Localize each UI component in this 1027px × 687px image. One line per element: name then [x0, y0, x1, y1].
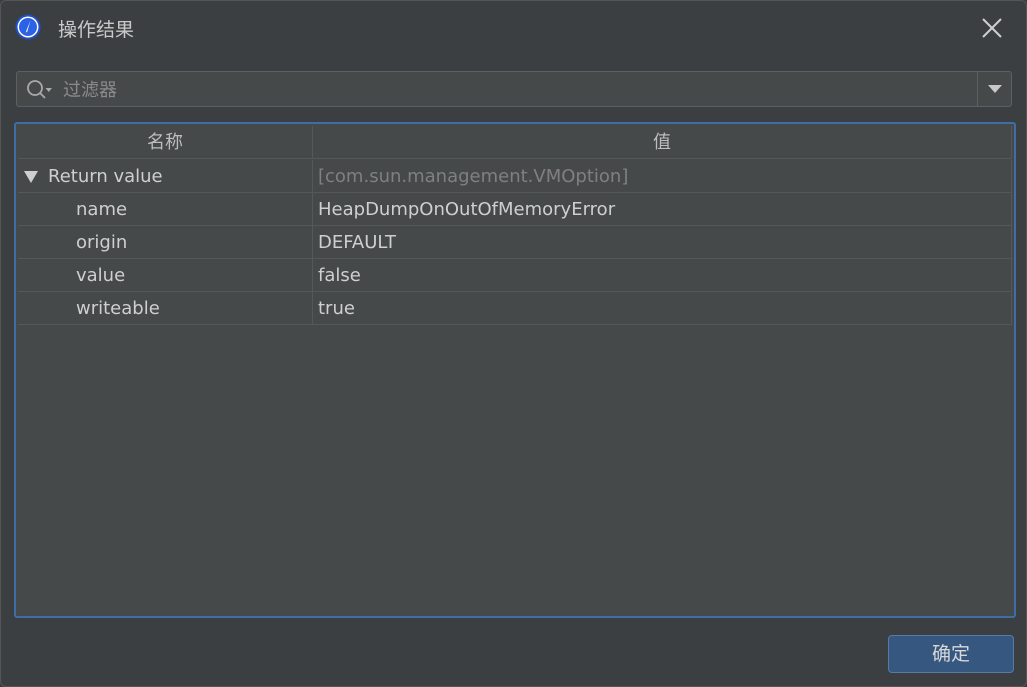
- expand-toggle-icon[interactable]: [24, 171, 38, 183]
- table-row[interactable]: writeable true: [18, 292, 1012, 325]
- tree-node-label: Return value: [48, 166, 163, 187]
- table-row[interactable]: origin DEFAULT: [18, 226, 1012, 259]
- dialog-window: 操作结果 名称 值: [0, 0, 1027, 687]
- table-row-root[interactable]: Return value [com.sun.management.VMOptio…: [18, 160, 1012, 193]
- result-table[interactable]: 名称 值 Return value [com.sun.management.VM…: [14, 122, 1016, 618]
- row-name: writeable: [76, 298, 160, 319]
- filter-field[interactable]: [16, 71, 1012, 107]
- row-name: name: [76, 199, 128, 220]
- row-value: true: [313, 292, 1012, 325]
- tree-node-value: [com.sun.management.VMOption]: [313, 160, 1012, 193]
- filter-dropdown-button[interactable]: [977, 72, 1011, 106]
- row-value: HeapDumpOnOutOfMemoryError: [313, 193, 1012, 226]
- row-value: DEFAULT: [313, 226, 1012, 259]
- row-value: false: [313, 259, 1012, 292]
- search-icon[interactable]: [26, 79, 54, 101]
- table-header: 名称 值: [18, 126, 1012, 159]
- row-name: origin: [76, 232, 128, 253]
- compass-app-icon: [15, 14, 41, 40]
- column-header-name[interactable]: 名称: [18, 126, 313, 159]
- ok-button[interactable]: 确定: [888, 635, 1014, 673]
- title-bar: 操作结果: [1, 1, 1026, 57]
- table-row[interactable]: value false: [18, 259, 1012, 292]
- column-header-value[interactable]: 值: [313, 126, 1012, 159]
- filter-input[interactable]: [61, 76, 945, 104]
- close-icon[interactable]: [977, 13, 1007, 43]
- row-name: value: [76, 265, 126, 286]
- chevron-down-icon: [988, 85, 1002, 93]
- dialog-title: 操作结果: [58, 19, 135, 41]
- table-row[interactable]: name HeapDumpOnOutOfMemoryError: [18, 193, 1012, 226]
